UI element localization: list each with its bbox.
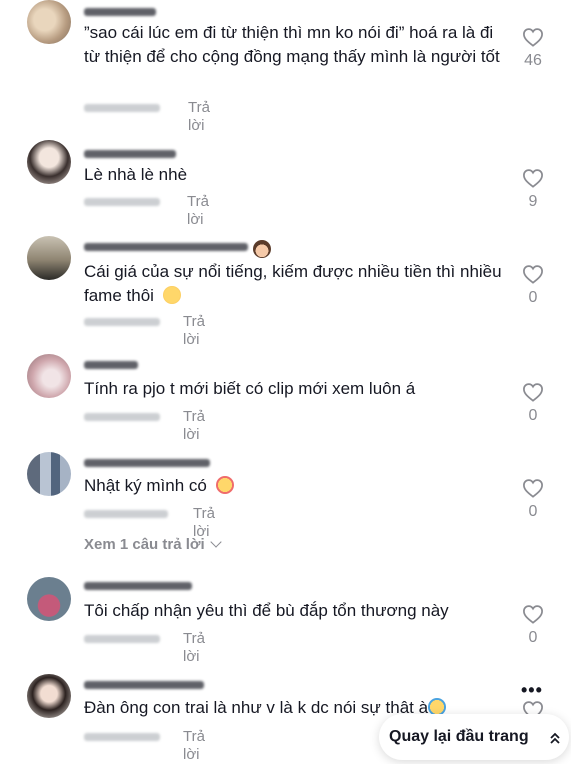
date-blurred (84, 413, 160, 421)
comment-text: ”sao cái lúc em đi từ thiện thì mn ko nó… (84, 23, 500, 66)
avatar[interactable] (27, 354, 71, 398)
comment-text: Lè nhà lè nhè (84, 165, 188, 184)
date-blurred (84, 104, 160, 112)
heart-icon (523, 605, 543, 624)
avatar[interactable] (27, 577, 71, 621)
smiling-face-with-hearts-emoji-icon (215, 476, 234, 494)
like-count: 0 (528, 629, 538, 646)
username-blurred[interactable] (84, 241, 248, 253)
like-button[interactable]: 46 (518, 27, 548, 71)
reply-button[interactable]: Trả lời (188, 99, 210, 135)
view-replies-label: Xem 1 câu trả lời (84, 536, 205, 553)
heart-icon (523, 383, 543, 402)
heart-icon (523, 479, 543, 498)
date-blurred (84, 198, 160, 206)
comment-text-content: Cái giá của sự nổi tiếng, kiếm được nhiề… (84, 262, 502, 305)
like-count: 0 (528, 503, 538, 520)
reply-button[interactable]: Trả lời (183, 728, 205, 764)
chevron-down-icon (210, 536, 222, 548)
reply-button[interactable]: Trả lời (187, 193, 209, 229)
like-button[interactable]: 9 (518, 168, 548, 212)
comment-text-content: Đàn ông con trai là như v là k dc nói sự… (84, 698, 429, 717)
comment-text: Tôi chấp nhận yêu thì để bù đắp tổn thươ… (84, 601, 449, 620)
back-to-top-button[interactable]: Quay lại đầu trang (379, 714, 569, 760)
date-blurred (84, 635, 160, 643)
username-blurred[interactable] (84, 580, 192, 592)
like-button[interactable]: 0 (518, 264, 548, 308)
view-replies-button[interactable]: Xem 1 câu trả lời (84, 536, 222, 553)
person-emoji-icon (253, 240, 271, 258)
smiling-face-emoji-icon (162, 286, 181, 304)
comment-text: Nhật ký mình có (84, 474, 504, 498)
more-dots-icon[interactable]: ••• (521, 680, 543, 701)
heart-icon (523, 169, 543, 188)
username-blurred[interactable] (84, 148, 176, 160)
like-button[interactable]: 0 (518, 478, 548, 522)
back-to-top-label: Quay lại đầu trang (389, 728, 529, 745)
avatar[interactable] (27, 0, 71, 44)
date-blurred (84, 318, 160, 326)
like-count: 46 (524, 52, 542, 69)
username-blurred[interactable] (84, 679, 204, 691)
reply-button[interactable]: Trả lời (183, 313, 205, 349)
like-count: 0 (528, 407, 538, 424)
like-count: 9 (528, 193, 538, 210)
date-blurred (84, 733, 160, 741)
comment-text-content: Nhật ký mình có (84, 476, 207, 495)
reply-button[interactable]: Trả lời (183, 408, 205, 444)
heart-icon (523, 28, 543, 47)
heart-icon (523, 265, 543, 284)
reply-button[interactable]: Trả lời (183, 630, 205, 666)
double-chevron-up-icon (550, 732, 560, 744)
comment-text: Cái giá của sự nổi tiếng, kiếm được nhiề… (84, 260, 504, 308)
like-count: 0 (528, 289, 538, 306)
avatar[interactable] (27, 452, 71, 496)
like-button[interactable]: 0 (518, 382, 548, 426)
comment-text: Tính ra pjo t mới biết có clip mới xem l… (84, 379, 416, 398)
username-blurred[interactable] (84, 359, 138, 371)
date-blurred (84, 510, 168, 518)
username-blurred[interactable] (84, 6, 156, 18)
username-blurred[interactable] (84, 457, 210, 469)
like-button[interactable]: 0 (518, 604, 548, 648)
avatar[interactable] (27, 674, 71, 718)
avatar[interactable] (27, 236, 71, 280)
avatar[interactable] (27, 140, 71, 184)
